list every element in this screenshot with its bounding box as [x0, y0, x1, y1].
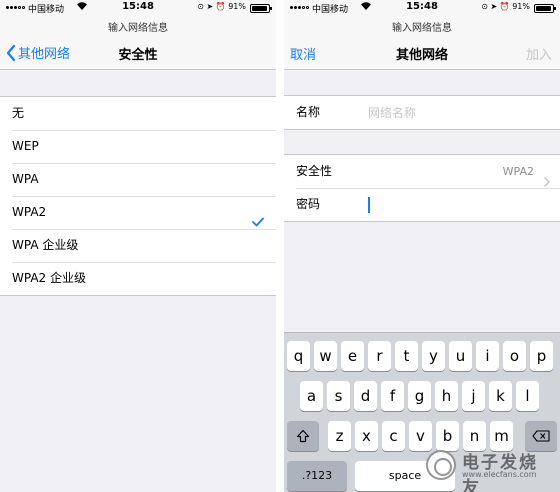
key-f[interactable]: f [381, 381, 404, 411]
elecfans-watermark: 电子发烧友 www.elecfans.com [426, 448, 554, 492]
page-title: 其他网络 [395, 48, 448, 63]
network-name-group: 名称 [284, 95, 560, 130]
security-value: WPA2 [502, 165, 534, 178]
key-o[interactable]: o [503, 341, 526, 371]
key-a[interactable]: a [300, 381, 323, 411]
on-screen-keyboard: q w e r t y u i o p a s d f g h j k l z [284, 332, 560, 492]
keyboard-row-1: q w e r t y u i o p [284, 341, 560, 371]
status-bar: 中国移动 15:48 ⊙ ➤ ⏰ 91% [284, 0, 560, 16]
key-h[interactable]: h [435, 381, 458, 411]
key-q[interactable]: q [287, 341, 310, 371]
shift-key[interactable] [287, 421, 319, 451]
keyboard-row-2: a s d f g h j k l [284, 381, 560, 411]
status-bar: 中国移动 15:48 ⊙ ➤ ⏰ 91% [0, 0, 276, 16]
key-r[interactable]: r [368, 341, 391, 371]
key-w[interactable]: w [314, 341, 337, 371]
page-title: 安全性 [118, 48, 158, 63]
security-option-wpa2[interactable]: WPA2 [0, 196, 276, 229]
shift-icon [296, 429, 310, 443]
key-s[interactable]: s [327, 381, 350, 411]
lock-rotation-icon: ⊙ [481, 2, 488, 11]
status-icons: ⊙ ➤ ⏰ 91% [197, 2, 246, 11]
lock-rotation-icon: ⊙ [197, 2, 204, 11]
other-network-screen: 中国移动 15:48 ⊙ ➤ ⏰ 91% 输入网络信息 取消 其他网络 加入 名… [284, 0, 560, 492]
option-label: WPA2 [12, 205, 47, 219]
option-label: WEP [12, 139, 39, 153]
battery-percent: 91% [228, 2, 246, 11]
key-j[interactable]: j [462, 381, 485, 411]
security-option-wpa-enterprise[interactable]: WPA 企业级 [0, 229, 276, 262]
security-option-wpa[interactable]: WPA [0, 163, 276, 196]
network-name-label: 名称 [296, 105, 321, 119]
battery-icon [534, 4, 556, 13]
key-x[interactable]: x [355, 421, 378, 451]
password-row: 密码 [284, 188, 560, 221]
key-g[interactable]: g [408, 381, 431, 411]
option-label: WPA 企业级 [12, 238, 79, 252]
password-label: 密码 [296, 197, 321, 211]
key-p[interactable]: p [530, 341, 553, 371]
security-option-wpa2-enterprise[interactable]: WPA2 企业级 [0, 262, 276, 295]
navigation-bar: 输入网络信息 取消 其他网络 加入 [284, 16, 560, 70]
key-k[interactable]: k [489, 381, 512, 411]
join-button[interactable]: 加入 [526, 44, 552, 63]
status-icons: ⊙ ➤ ⏰ 91% [481, 2, 530, 11]
navigation-bar: 输入网络信息 其他网络 安全性 [0, 16, 276, 70]
key-y[interactable]: y [422, 341, 445, 371]
battery-percent: 91% [512, 2, 530, 11]
key-b[interactable]: b [436, 421, 459, 451]
key-d[interactable]: d [354, 381, 377, 411]
security-options-list: 无 WEP WPA WPA2 WPA 企业级 WPA2 企业级 [0, 96, 276, 296]
password-input[interactable] [368, 196, 550, 213]
security-option-wep[interactable]: WEP [0, 130, 276, 163]
key-t[interactable]: t [395, 341, 418, 371]
backspace-icon [532, 430, 550, 442]
key-z[interactable]: z [328, 421, 351, 451]
nav-prompt: 输入网络信息 [108, 23, 168, 34]
security-screen: 中国移动 15:48 ⊙ ➤ ⏰ 91% 输入网络信息 其他网络 安全性 无 W… [0, 0, 276, 492]
alarm-icon: ⏰ [499, 2, 510, 11]
key-n[interactable]: n [463, 421, 486, 451]
option-label: 无 [12, 106, 25, 120]
nav-prompt: 输入网络信息 [392, 23, 452, 34]
key-e[interactable]: e [341, 341, 364, 371]
option-label: WPA2 企业级 [12, 271, 86, 285]
security-group: 安全性 WPA2 密码 [284, 154, 560, 222]
location-icon: ➤ [206, 2, 214, 11]
battery-icon [250, 4, 272, 13]
security-label: 安全性 [296, 164, 333, 178]
key-l[interactable]: l [516, 381, 539, 411]
network-name-input[interactable] [368, 104, 550, 121]
delete-key[interactable] [525, 421, 557, 451]
key-v[interactable]: v [409, 421, 432, 451]
key-m[interactable]: m [490, 421, 513, 451]
location-icon: ➤ [490, 2, 498, 11]
security-option-none[interactable]: 无 [0, 97, 276, 130]
watermark-url: www.elecfans.com [462, 470, 537, 479]
numbers-key[interactable]: .?123 [287, 461, 347, 491]
key-c[interactable]: c [382, 421, 405, 451]
key-u[interactable]: u [449, 341, 472, 371]
network-name-row: 名称 [284, 96, 560, 129]
elecfans-logo-icon [426, 450, 456, 480]
key-i[interactable]: i [476, 341, 499, 371]
security-row[interactable]: 安全性 WPA2 [284, 155, 560, 188]
option-label: WPA [12, 172, 39, 186]
keyboard-row-3: z x c v b n m [284, 421, 560, 451]
alarm-icon: ⏰ [215, 2, 226, 11]
